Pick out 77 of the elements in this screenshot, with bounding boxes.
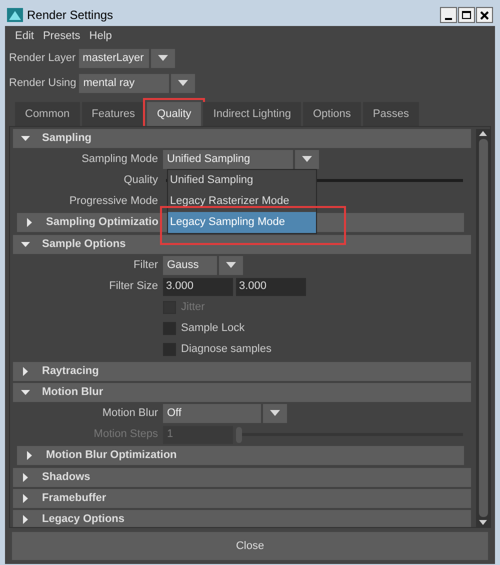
checkbox-label: Sample Lock xyxy=(181,321,245,336)
dropdown-button[interactable] xyxy=(295,150,319,169)
menu-option[interactable]: Unified Sampling xyxy=(168,170,316,191)
section-header[interactable]: Sampling xyxy=(13,129,471,148)
expand-arrow-icon[interactable] xyxy=(25,218,34,227)
close-icon xyxy=(480,10,489,20)
field-label: Filter xyxy=(132,258,159,274)
dropdown-button[interactable] xyxy=(150,49,175,68)
number-field[interactable]: 3.000 xyxy=(236,278,306,296)
expand-arrow-icon[interactable] xyxy=(21,473,30,482)
expand-arrow-icon[interactable] xyxy=(21,367,30,376)
tab[interactable]: Common xyxy=(15,102,80,126)
section-header[interactable]: Framebuffer xyxy=(13,489,471,508)
section-title: Sampling Optimizatio xyxy=(46,215,158,230)
tab[interactable]: Options xyxy=(302,102,361,126)
app-icon xyxy=(7,8,23,22)
section-header[interactable]: Shadows xyxy=(13,468,471,487)
dropdown-button[interactable] xyxy=(219,256,243,275)
menu-item[interactable]: Edit xyxy=(15,28,34,44)
window-title: Render Settings xyxy=(27,7,114,24)
section-header[interactable]: Motion Blur xyxy=(13,383,471,402)
menu-item[interactable]: Help xyxy=(89,28,112,44)
scroll-down-icon[interactable] xyxy=(478,519,488,527)
section-title: Motion Blur Optimization xyxy=(46,448,177,464)
section-title: Sampling xyxy=(42,131,92,146)
scrollbar[interactable] xyxy=(476,129,490,527)
section-header[interactable]: Motion Blur Optimization xyxy=(17,446,464,465)
caret-icon xyxy=(178,80,188,87)
expand-arrow-icon[interactable] xyxy=(21,494,30,503)
dropdown-button[interactable] xyxy=(171,74,196,93)
field-label: Quality xyxy=(122,173,159,188)
field-label: Render Using xyxy=(9,76,78,92)
section-title: Shadows xyxy=(42,470,90,486)
menu-option[interactable]: Legacy Sampling Mode xyxy=(168,212,316,233)
field-label: Sampling Mode xyxy=(80,152,159,168)
close-button[interactable]: Close xyxy=(12,532,488,560)
dropdown-field[interactable]: mental ray xyxy=(79,74,170,93)
slider[interactable] xyxy=(236,426,463,442)
tab[interactable]: Passes xyxy=(362,102,419,126)
dropdown-field[interactable]: Off xyxy=(163,404,261,423)
caret-icon xyxy=(226,262,236,269)
caret-icon xyxy=(270,410,280,417)
close-window-button[interactable] xyxy=(476,7,493,23)
section-title: Sample Options xyxy=(42,237,126,252)
dropdown-field[interactable]: Gauss xyxy=(163,256,217,275)
dropdown-field[interactable]: Unified Sampling xyxy=(163,150,293,169)
number-field[interactable]: 3.000 xyxy=(163,278,233,296)
caret-icon xyxy=(302,156,312,163)
section-header[interactable]: Legacy Options xyxy=(13,510,471,527)
collapse-arrow-icon[interactable] xyxy=(21,388,30,397)
tab[interactable]: Quality xyxy=(147,102,202,126)
menu-item[interactable]: Presets xyxy=(42,28,80,44)
dropdown-button[interactable] xyxy=(263,404,287,423)
dropdown-field[interactable]: masterLayer xyxy=(78,49,149,68)
maximize-button[interactable] xyxy=(458,7,475,23)
field-label: Filter Size xyxy=(108,279,159,294)
section-header[interactable]: Raytracing xyxy=(13,362,471,381)
scroll-up-icon[interactable] xyxy=(478,129,488,137)
section-title: Motion Blur xyxy=(42,385,104,400)
caret-icon xyxy=(158,55,168,62)
field-label: Motion Blur xyxy=(101,406,159,422)
section-title: Framebuffer xyxy=(42,491,106,506)
section-header[interactable]: Sample Options xyxy=(13,235,471,254)
checkbox-label: Diagnose samples xyxy=(181,342,272,358)
field-label: Render Layer xyxy=(9,51,77,66)
tab[interactable]: Features xyxy=(82,102,146,126)
section-title: Raytracing xyxy=(42,364,99,380)
collapse-arrow-icon[interactable] xyxy=(21,240,30,249)
scrollbar-thumb[interactable] xyxy=(478,139,488,517)
collapse-arrow-icon[interactable] xyxy=(21,134,30,143)
menu-option[interactable]: Legacy Rasterizer Mode xyxy=(168,191,316,212)
expand-arrow-icon[interactable] xyxy=(21,515,30,524)
section-title: Legacy Options xyxy=(42,512,125,527)
minimize-button[interactable] xyxy=(440,7,457,23)
expand-arrow-icon[interactable] xyxy=(25,451,34,460)
field-label: Progressive Mode xyxy=(68,194,159,210)
tab[interactable]: Indirect Lighting xyxy=(203,102,301,126)
